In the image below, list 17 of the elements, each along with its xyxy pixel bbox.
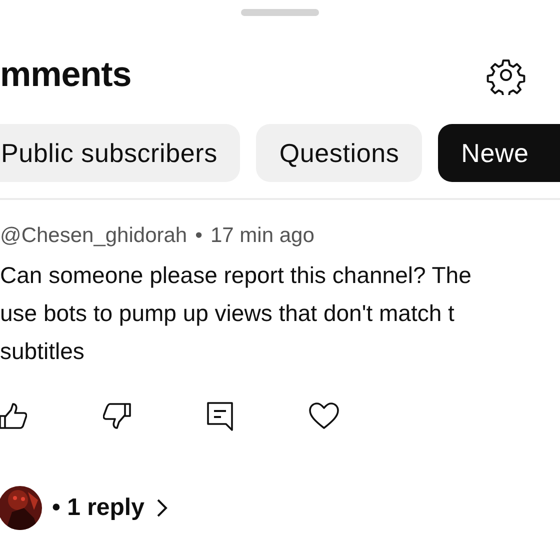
panel-title: mments — [0, 55, 132, 95]
comment-text: Can someone please report this channel? The — [0, 261, 472, 290]
comment-text: use bots to pump up views that don't match t — [0, 299, 456, 328]
comment-time: 17 min ago — [210, 224, 314, 248]
thumbs-down-icon[interactable] — [103, 402, 131, 430]
chevron-right-icon — [156, 498, 168, 518]
filter-chip[interactable]: Newe — [438, 124, 560, 182]
filter-chip[interactable]: Questions — [256, 124, 422, 182]
thumbs-up-icon[interactable] — [0, 402, 27, 430]
filter-chip[interactable]: Public subscribers — [0, 124, 240, 182]
drag-handle[interactable] — [241, 9, 319, 16]
meta-separator: • — [195, 224, 202, 248]
comment-text: subtitles — [0, 337, 86, 366]
replies-link[interactable]: • 1 reply — [52, 494, 168, 522]
reply-icon[interactable] — [207, 402, 233, 430]
comment-author[interactable]: @Chesen_ghidorah — [0, 224, 188, 248]
heart-icon[interactable] — [309, 402, 339, 430]
